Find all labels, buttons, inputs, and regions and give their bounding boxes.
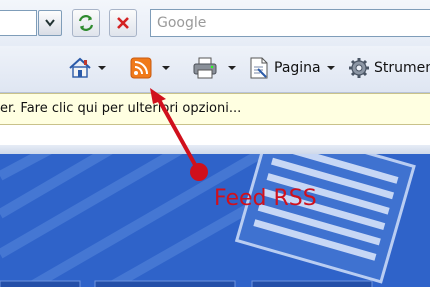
annotation-arrow [150,88,208,181]
annotation-label: Feed RSS [214,186,317,211]
